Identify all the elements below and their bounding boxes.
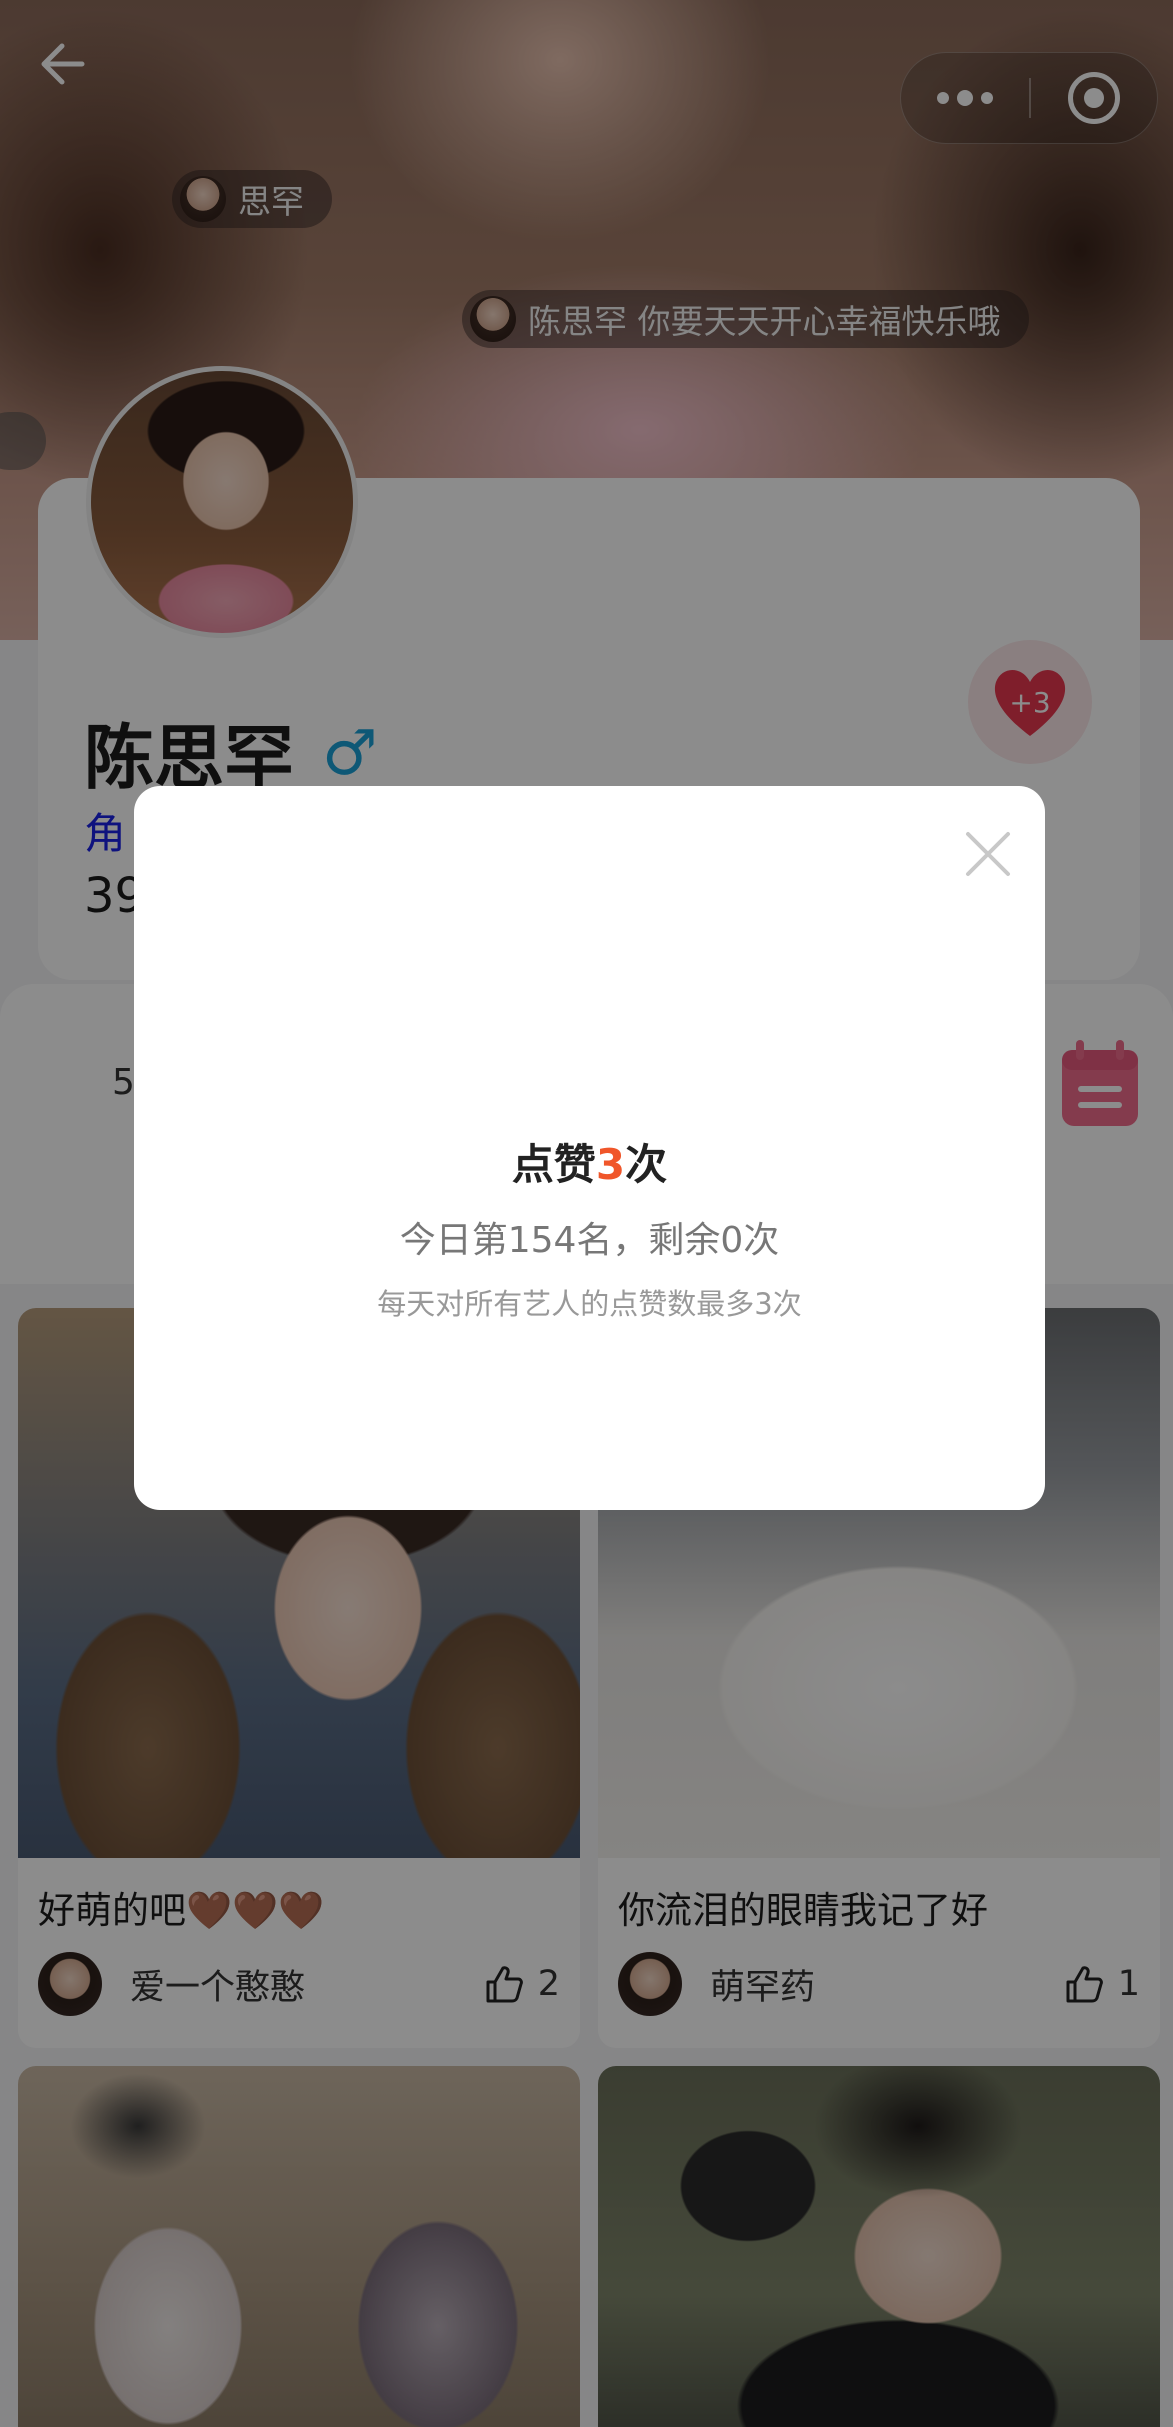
modal-like-number: 3 (595, 1140, 626, 1189)
modal-title-prefix: 点赞 (511, 1140, 596, 1189)
like-result-modal: 点赞3次 今日第154名，剩余0次 每天对所有艺人的点赞数最多3次 (134, 786, 1045, 1510)
modal-title: 点赞3次 (134, 1131, 1045, 1192)
modal-rank-text: 今日第154名，剩余0次 (399, 1220, 780, 1261)
modal-title-suffix: 次 (625, 1140, 668, 1189)
modal-limit-note: 每天对所有艺人的点赞数最多3次 (377, 1287, 802, 1321)
close-icon[interactable] (960, 826, 1016, 882)
